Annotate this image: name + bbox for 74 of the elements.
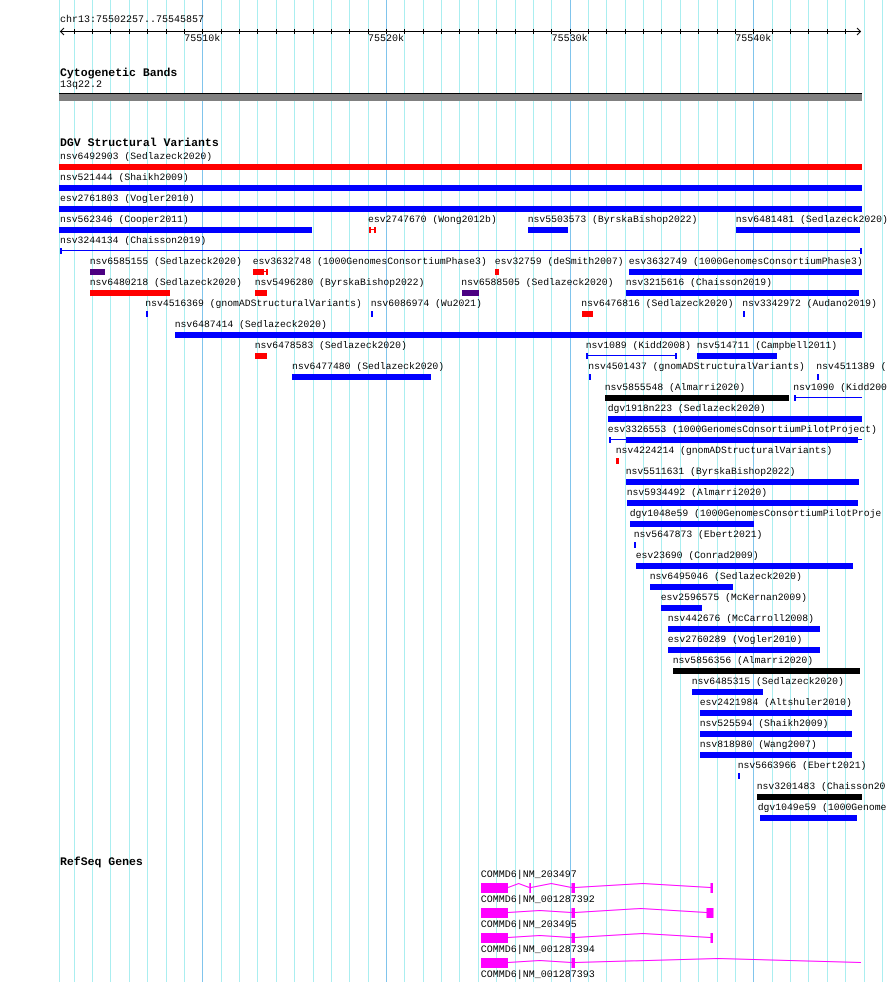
variant-bar[interactable] <box>253 269 268 275</box>
transcript-label: COMMD6|NM_203495 <box>480 920 577 932</box>
cytoband-bar[interactable] <box>59 93 862 101</box>
variant-label: nsv5496280 (ByrskaBishop2022) <box>254 277 424 289</box>
variant-label: nsv6481481 (Sedlazeck2020) <box>736 214 888 226</box>
variant-label: nsv3215616 (Chaisson2019) <box>626 277 772 289</box>
variant-label: esv2421984 (Altshuler2010) <box>700 697 852 709</box>
variant-label: nsv6476816 (Sedlazeck2020) <box>581 298 734 310</box>
transcript-label: COMMD6|NM_203497 <box>480 870 577 882</box>
variant-label: nsv6086974 (Wu2021) <box>370 298 482 310</box>
tick-label: 75520k <box>368 34 404 46</box>
variant-label: esv2761803 (Vogler2010) <box>60 193 195 205</box>
variant-label: esv2747670 (Wong2012b) <box>368 214 497 226</box>
tick-label: 75530k <box>552 34 588 46</box>
variant-label: dgv1048e59 (1000GenomesConsortiumPilotProje <box>630 508 882 520</box>
variant-label: nsv818980 (Wang2007) <box>700 739 817 751</box>
variant-label: nsv442676 (McCarroll2008) <box>668 613 814 625</box>
variant-label: nsv6495046 (Sedlazeck2020) <box>650 571 802 583</box>
transcript-label: COMMD6|NM_001287394 <box>480 945 595 957</box>
variant-label: esv3632748 (1000GenomesConsortiumPhase3) <box>252 256 487 268</box>
variant-label: nsv562346 (Cooper2011) <box>60 214 189 226</box>
variant-label: nsv4224214 (gnomADStructuralVariants) <box>616 445 832 457</box>
cytoband-label: 13q22.2 <box>60 80 102 92</box>
variant-label: nsv6480218 (Sedlazeck2020) <box>90 277 242 289</box>
variant-label: esv2596575 (McKernan2009) <box>660 592 807 604</box>
variant-label: esv2760289 (Vogler2010) <box>668 634 802 646</box>
location-label: chr13:75502257..75545857 <box>60 15 204 27</box>
variant-line[interactable] <box>794 395 862 401</box>
track-title: DGV Structural Variants <box>60 137 219 151</box>
variant-bar[interactable] <box>609 437 862 443</box>
variant-label: esv32759 (deSmith2007) <box>494 256 624 268</box>
variant-label: nsv6585155 (Sedlazeck2020) <box>90 256 242 268</box>
transcript-drawing[interactable] <box>481 958 862 968</box>
variant-label: nsv1090 (Kidd200 <box>793 382 887 394</box>
variant-label: esv23690 (Conrad2009) <box>636 550 759 562</box>
variant-label: nsv5511631 (ByrskaBishop2022) <box>626 466 796 478</box>
transcript-drawing[interactable] <box>481 908 714 918</box>
variant-label: nsv5855548 (Almarri2020) <box>604 382 746 394</box>
variant-label: esv3326553 (1000GenomesConsortiumPilotProject) <box>608 424 877 436</box>
variant-label: nsv6477480 (Sedlazeck2020) <box>292 361 444 373</box>
variant-label: nsv3201483 (Chaisson20 <box>756 781 886 793</box>
variant-label: nsv521444 (Shaikh2009) <box>60 172 189 184</box>
variant-label: nsv5663966 (Ebert2021) <box>738 760 866 772</box>
variant-label: nsv6492903 (Sedlazeck2020) <box>60 151 212 163</box>
variant-label: nsv4516369 (gnomADStructuralVariants) <box>145 298 362 310</box>
variant-label: nsv6485315 (Sedlazeck2020) <box>692 676 844 688</box>
variant-line[interactable] <box>586 353 677 359</box>
variant-label: nsv6487414 (Sedlazeck2020) <box>174 319 327 331</box>
variant-label: nsv525594 (Shaikh2009) <box>700 718 828 730</box>
variant-label: esv3632749 (1000GenomesConsortiumPhase3) <box>628 256 863 268</box>
variant-label: nsv3244134 (Chaisson2019) <box>60 235 206 247</box>
variant-label: nsv4511389 ( <box>816 361 887 373</box>
track-title: Cytogenetic Bands <box>60 67 178 80</box>
variant-label: nsv5856356 (Almarri2020) <box>672 655 814 667</box>
variant-label: nsv4501437 (gnomADStructuralVariants) <box>588 361 805 373</box>
transcript-drawing[interactable] <box>481 933 713 943</box>
variant-label: nsv3342972 (Audano2019) <box>742 298 877 310</box>
variant-label: nsv5503573 (ByrskaBishop2022) <box>528 214 698 226</box>
track-title: RefSeq Genes <box>60 856 143 870</box>
variant-label: nsv514711 (Campbell2011) <box>696 340 838 352</box>
transcript-drawing[interactable] <box>481 882 713 893</box>
variant-label: nsv5647873 (Ebert2021) <box>634 529 762 541</box>
variant-label: nsv6588505 (Sedlazeck2020) <box>461 277 614 289</box>
tick-label: 75540k <box>735 34 772 46</box>
transcript-label: COMMD6|NM_001287392 <box>480 895 595 907</box>
variant-label: nsv1089 (Kidd2008) <box>586 340 692 352</box>
variant-line[interactable] <box>60 248 862 254</box>
variant-line[interactable] <box>369 227 376 233</box>
variant-label: nsv5934492 (Almarri2020) <box>626 487 768 499</box>
variant-label: dgv1918n223 (Sedlazeck2020) <box>608 403 766 415</box>
tick-label: 75510k <box>184 34 220 46</box>
variant-label: nsv6478583 (Sedlazeck2020) <box>254 340 407 352</box>
transcript-label: COMMD6|NM_001287393 <box>480 970 595 982</box>
variant-label: dgv1049e59 (1000Genome <box>758 802 886 814</box>
